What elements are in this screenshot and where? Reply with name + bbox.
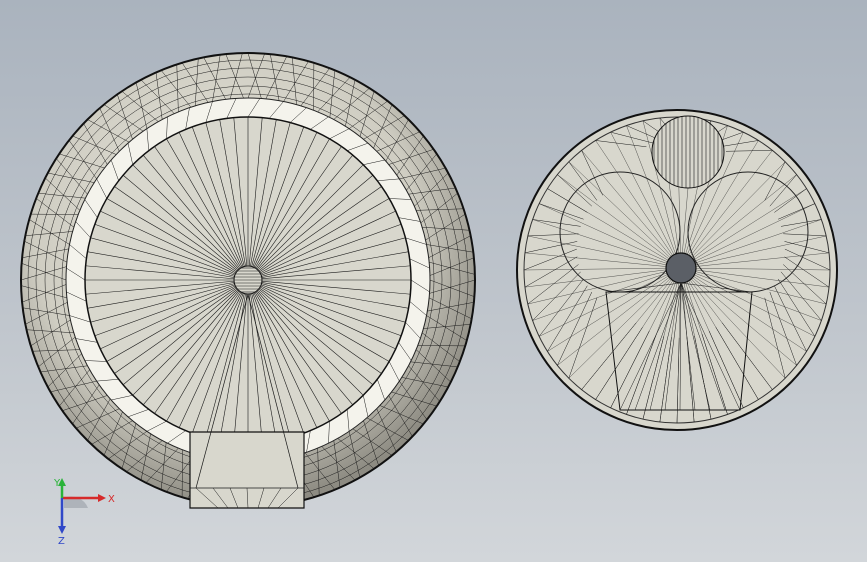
- left-part[interactable]: [20, 52, 476, 509]
- z-axis-label: Z: [58, 536, 65, 547]
- graphics-viewport[interactable]: X Y Z: [0, 0, 867, 562]
- model-scene[interactable]: [0, 0, 867, 562]
- orientation-triad[interactable]: X Y Z: [40, 478, 120, 548]
- x-axis-arrow: [98, 494, 106, 502]
- right-top-pocket[interactable]: [651, 115, 725, 189]
- left-slot[interactable]: [189, 431, 305, 509]
- y-axis-label: Y: [53, 478, 61, 489]
- right-center-hole[interactable]: [665, 252, 697, 284]
- z-axis-arrow: [58, 526, 66, 534]
- x-axis-label: X: [108, 494, 115, 505]
- right-part[interactable]: [516, 109, 838, 431]
